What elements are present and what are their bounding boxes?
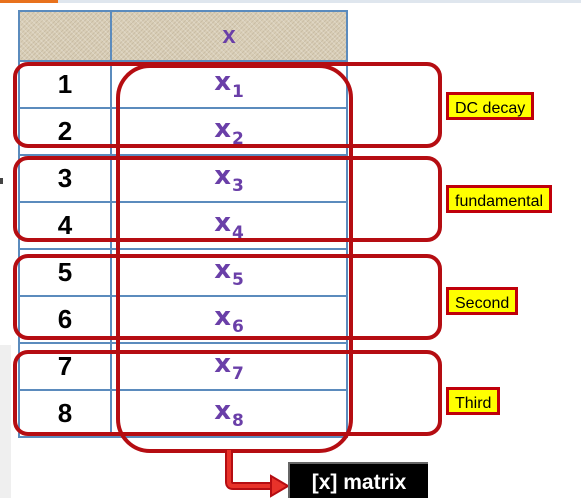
group-tag-second: Second [446,287,519,315]
header-x-label: x [222,22,236,49]
group-tag-dc-decay: DC decay [446,92,535,120]
matrix-label: [x] matrix [288,462,428,498]
left-marker [0,178,3,184]
top-accent [0,0,58,3]
sidebar-shade [0,345,11,498]
column-outline [116,64,353,453]
arrow-icon [225,450,290,498]
header-x-cell: x [110,10,348,62]
top-rule [0,0,581,3]
group-tag-fundamental: fundamental [446,185,553,213]
group-tag-third: Third [446,387,501,415]
table-header-row: x [18,10,348,62]
header-blank-cell [18,10,112,62]
